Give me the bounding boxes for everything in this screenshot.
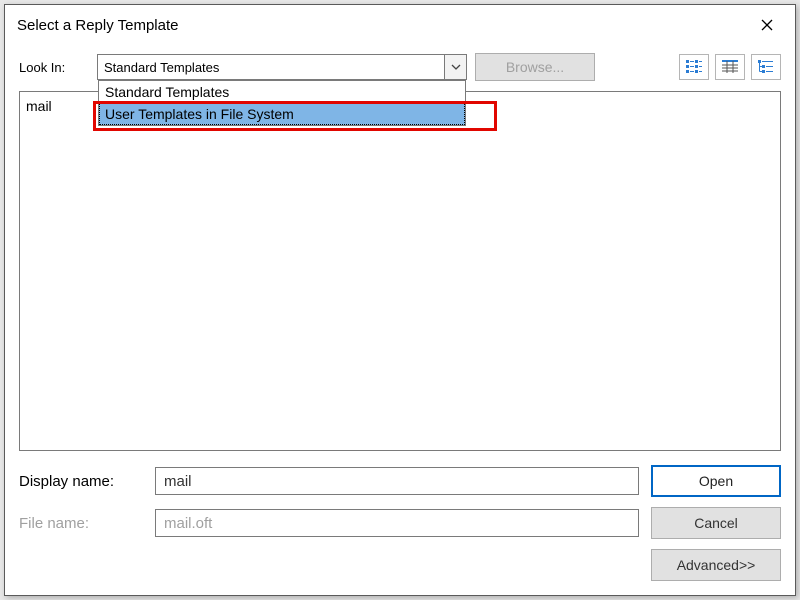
close-button[interactable] — [747, 11, 787, 39]
lookin-option-user-filesystem[interactable]: User Templates in File System — [99, 103, 465, 125]
select-reply-template-dialog: Select a Reply Template Look In: Standar… — [4, 4, 796, 596]
dialog-title: Select a Reply Template — [17, 17, 178, 34]
list-item[interactable]: mail — [26, 98, 52, 114]
advanced-button[interactable]: Advanced>> — [651, 549, 781, 581]
icons-view-icon — [685, 59, 703, 75]
cancel-button[interactable]: Cancel — [651, 507, 781, 539]
display-name-label: Display name: — [19, 473, 143, 490]
view-tree-button[interactable] — [751, 54, 781, 80]
file-name-row: File name: mail.oft Cancel — [19, 507, 781, 539]
file-name-field: mail.oft — [155, 509, 639, 537]
file-name-value: mail.oft — [164, 515, 212, 532]
tree-view-icon — [757, 59, 775, 75]
lookin-option-standard[interactable]: Standard Templates — [99, 81, 465, 103]
view-icons-button[interactable] — [679, 54, 709, 80]
titlebar: Select a Reply Template — [5, 5, 795, 45]
template-listbox[interactable]: mail — [19, 91, 781, 451]
open-button[interactable]: Open — [651, 465, 781, 497]
view-mode-buttons — [679, 54, 781, 80]
advanced-row: Advanced>> — [19, 549, 781, 581]
display-name-row: Display name: mail Open — [19, 465, 781, 497]
close-icon — [761, 19, 773, 31]
dialog-body: Look In: Standard Templates Standard Tem… — [5, 45, 795, 595]
display-name-value: mail — [164, 473, 192, 490]
chevron-down-icon — [444, 55, 466, 79]
bottom-area: Display name: mail Open File name: mail.… — [19, 465, 781, 581]
lookin-combobox[interactable]: Standard Templates Standard Templates Us… — [97, 54, 467, 80]
file-name-label: File name: — [19, 515, 143, 532]
lookin-label: Look In: — [19, 60, 89, 75]
lookin-row: Look In: Standard Templates Standard Tem… — [19, 53, 781, 81]
list-view-icon — [721, 59, 739, 75]
display-name-field[interactable]: mail — [155, 467, 639, 495]
lookin-dropdown: Standard Templates User Templates in Fil… — [98, 80, 466, 126]
lookin-selected-text: Standard Templates — [104, 60, 440, 75]
browse-button: Browse... — [475, 53, 595, 81]
view-list-button[interactable] — [715, 54, 745, 80]
